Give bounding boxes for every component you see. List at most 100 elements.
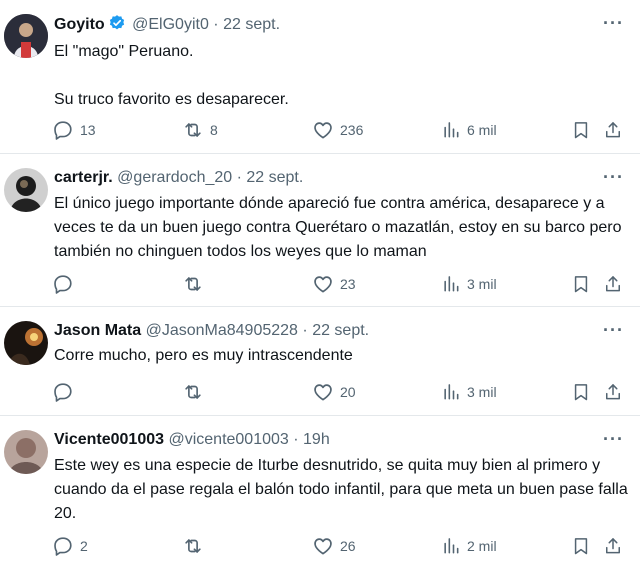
tweet-header: carterjr. @gerardoch_20 · 22 sept. [54,168,600,188]
share-icon [603,382,623,402]
action-bar: 20 3 mil [0,380,640,404]
views-icon [441,120,461,140]
author-name[interactable]: Jason Mata [54,322,141,339]
tweet-jason-mata[interactable]: Jason Mata @JasonMa84905228 · 22 sept. ·… [0,307,640,416]
retweet-button[interactable] [182,272,204,296]
more-icon[interactable]: ··· [603,430,624,448]
timestamp[interactable]: 19h [303,431,330,448]
more-icon[interactable]: ··· [603,321,624,339]
views-count: 3 mil [467,384,497,400]
retweet-button[interactable]: 8 [182,118,218,142]
timestamp[interactable]: 22 sept. [223,16,280,33]
avatar[interactable] [4,430,48,474]
retweet-button[interactable] [182,534,204,558]
views-count: 3 mil [467,276,497,292]
author-handle[interactable]: @vicente001003 [168,431,288,448]
like-icon [312,535,334,557]
more-icon[interactable]: ··· [603,168,624,186]
views-count: 2 mil [467,538,497,554]
views-icon [441,382,461,402]
views-button[interactable]: 3 mil [441,380,497,404]
like-button[interactable]: 20 [312,380,356,404]
tweet-carterjr[interactable]: carterjr. @gerardoch_20 · 22 sept. ··· E… [0,154,640,307]
reply-button[interactable] [52,272,74,296]
reply-count: 2 [80,538,88,554]
share-button[interactable] [603,380,623,404]
tweet-header: Vicente001003 @vicente001003 · 19h [54,430,600,450]
views-button[interactable]: 6 mil [441,118,497,142]
author-name[interactable]: carterjr. [54,169,113,186]
retweet-icon [182,535,204,557]
timestamp[interactable]: 22 sept. [312,322,369,339]
like-icon [312,273,334,295]
retweet-icon [182,381,204,403]
reply-button[interactable] [52,380,74,404]
more-icon[interactable]: ··· [603,14,624,32]
author-handle[interactable]: @JasonMa84905228 [146,322,298,339]
views-count: 6 mil [467,122,497,138]
share-icon [603,274,623,294]
separator-dot: · [302,322,308,339]
like-icon [312,119,334,141]
share-icon [603,120,623,140]
bookmark-button[interactable] [571,272,591,296]
bookmark-icon [571,382,591,402]
bookmark-button[interactable] [571,118,591,142]
like-count: 236 [340,122,364,138]
bookmark-icon [571,536,591,556]
share-button[interactable] [603,272,623,296]
views-icon [441,274,461,294]
like-count: 26 [340,538,356,554]
reply-icon [52,535,74,557]
tweet-goyito[interactable]: Goyito @ElG0yit0 · 22 sept. ··· El "mago… [0,0,640,154]
bookmark-button[interactable] [571,534,591,558]
like-count: 20 [340,384,356,400]
tweet-vicente[interactable]: Vicente001003 @vicente001003 · 19h ··· E… [0,416,640,577]
reply-icon [52,273,74,295]
reply-button[interactable]: 2 [52,534,88,558]
share-button[interactable] [603,118,623,142]
tweet-header: Goyito @ElG0yit0 · 22 sept. [54,14,600,38]
like-icon [312,381,334,403]
tweet-text: Este wey es una especie de Iturbe desnut… [54,457,628,522]
reply-icon [52,381,74,403]
reply-count: 13 [80,122,96,138]
views-icon [441,536,461,556]
separator-dot: · [293,431,299,448]
tweet-text: El "mago" Peruano. Su truco favorito es … [54,43,289,108]
reply-icon [52,119,74,141]
action-bar: 13 8 236 6 mil [0,118,640,142]
views-button[interactable]: 2 mil [441,534,497,558]
retweet-icon [182,273,204,295]
share-button[interactable] [603,534,623,558]
action-bar: 23 3 mil [0,272,640,296]
like-button[interactable]: 236 [312,118,363,142]
author-handle[interactable]: @ElG0yit0 [132,16,209,33]
avatar[interactable] [4,168,48,212]
like-button[interactable]: 26 [312,534,356,558]
tweet-text: Corre mucho, pero es muy intrascendente [54,347,353,364]
verified-badge-icon [108,14,126,38]
action-bar: 2 26 2 mil [0,534,640,558]
share-icon [603,536,623,556]
retweet-button[interactable] [182,380,204,404]
retweet-count: 8 [210,122,218,138]
bookmark-icon [571,274,591,294]
views-button[interactable]: 3 mil [441,272,497,296]
separator-dot: · [236,169,242,186]
like-button[interactable]: 23 [312,272,356,296]
author-handle[interactable]: @gerardoch_20 [117,169,232,186]
timestamp[interactable]: 22 sept. [246,169,303,186]
separator-dot: · [213,16,219,33]
author-name[interactable]: Goyito [54,16,105,33]
retweet-icon [182,119,204,141]
bookmark-button[interactable] [571,380,591,404]
avatar[interactable] [4,321,48,365]
tweet-text: El único juego importante dónde apareció… [54,195,622,260]
tweet-header: Jason Mata @JasonMa84905228 · 22 sept. [54,321,600,341]
author-name[interactable]: Vicente001003 [54,431,164,448]
avatar[interactable] [4,14,48,58]
like-count: 23 [340,276,356,292]
reply-button[interactable]: 13 [52,118,96,142]
bookmark-icon [571,120,591,140]
